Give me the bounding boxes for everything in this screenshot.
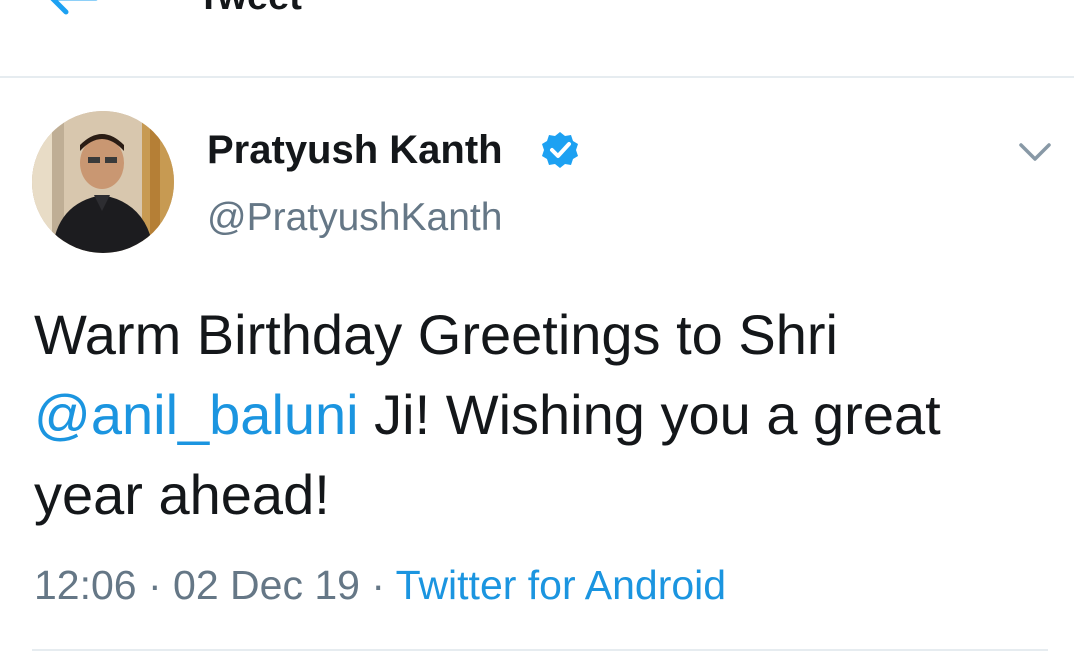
meta-separator: ·: [136, 562, 174, 608]
author-name[interactable]: Pratyush Kanth: [207, 128, 503, 172]
meta-separator: ·: [359, 562, 396, 608]
chevron-down-icon[interactable]: [1015, 137, 1055, 167]
divider: [32, 649, 1048, 651]
tweet-text-part: Warm Birthday Greetings to Shri: [34, 303, 838, 366]
source-link[interactable]: Twitter for Android: [396, 562, 726, 608]
page-title: Tweet: [197, 0, 302, 16]
top-bar: Tweet: [0, 0, 1074, 78]
tweet-body: Warm Birthday Greetings to Shri @anil_ba…: [34, 295, 1044, 535]
avatar[interactable]: [32, 111, 174, 253]
arrow-left-icon[interactable]: [44, 0, 104, 30]
tweet-meta: 12:06 · 02 Dec 19 · Twitter for Android: [34, 562, 726, 608]
author-handle[interactable]: @PratyushKanth: [207, 196, 502, 240]
avatar-photo: [32, 111, 174, 253]
verified-badge-icon: [542, 132, 578, 168]
tweet-date: 02 Dec 19: [173, 562, 360, 608]
tweet-time: 12:06: [34, 562, 137, 608]
mention-link[interactable]: @anil_baluni: [34, 383, 359, 446]
